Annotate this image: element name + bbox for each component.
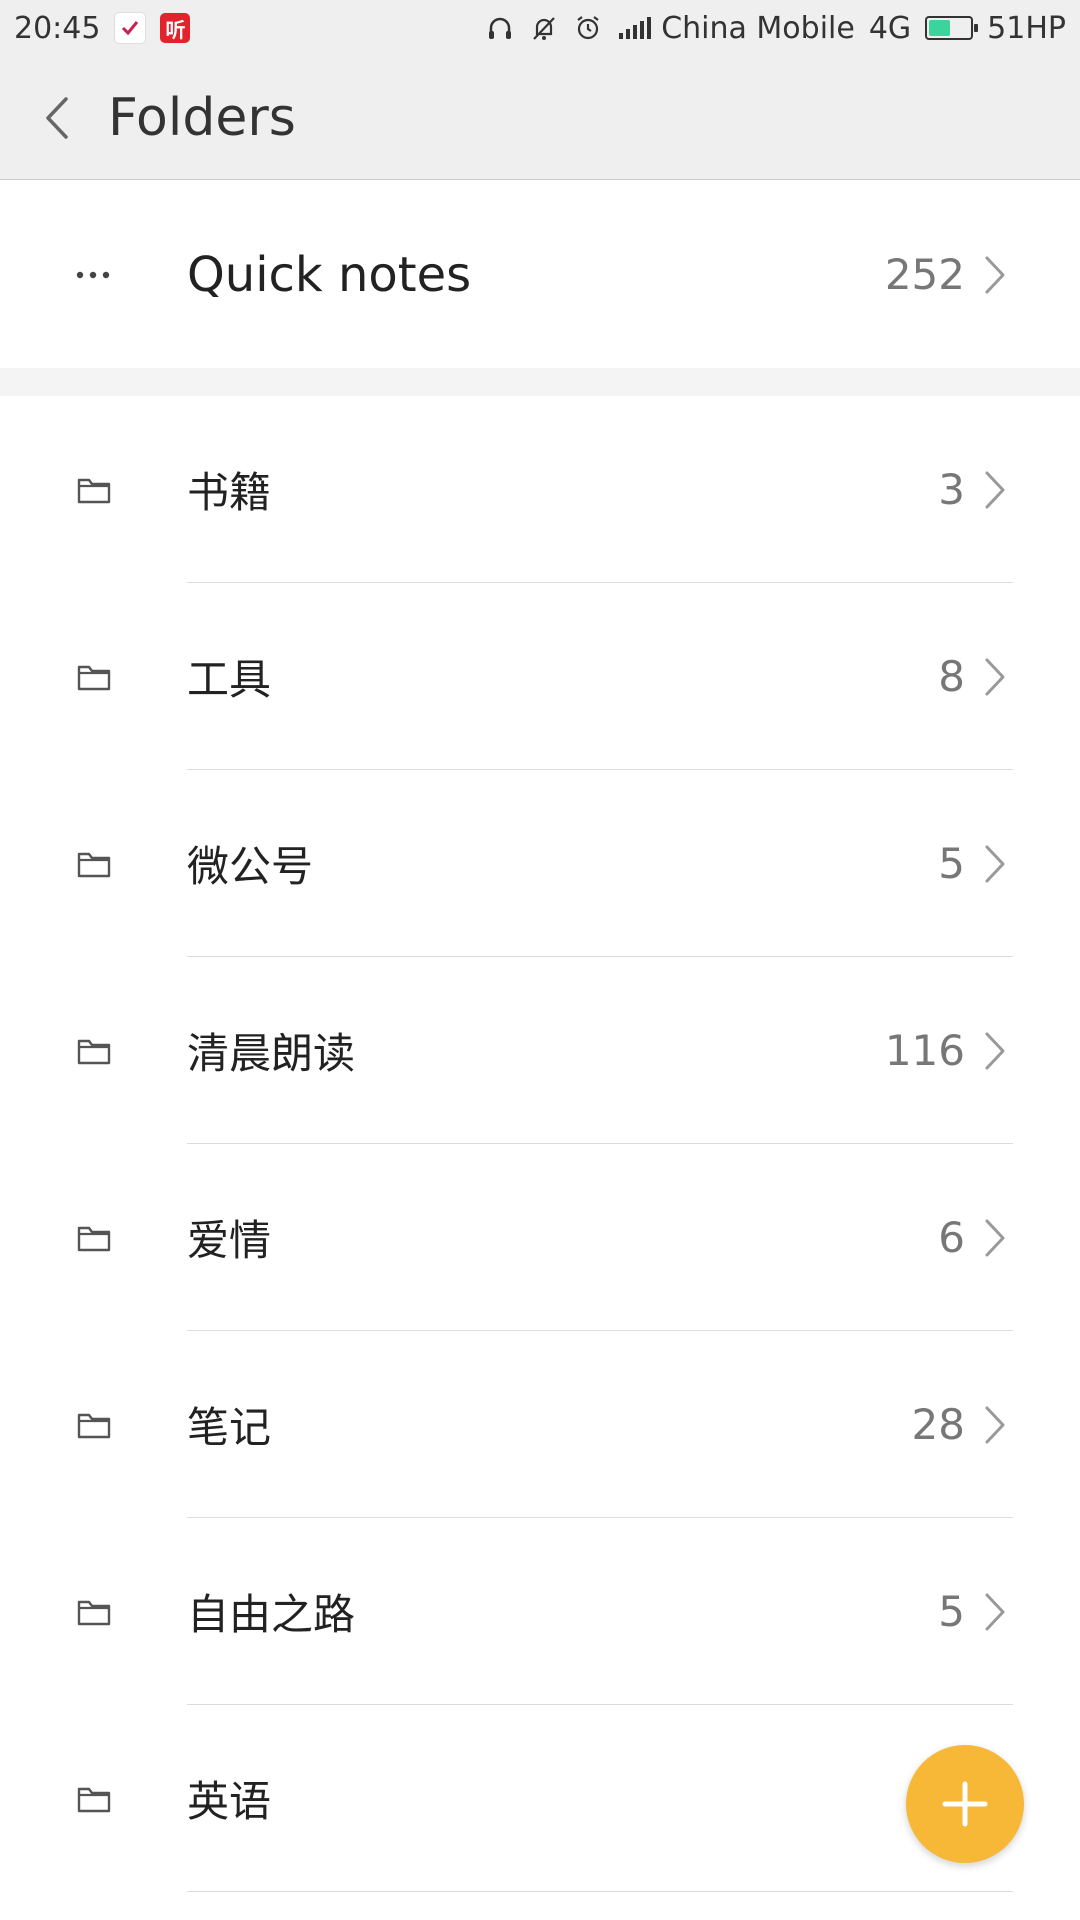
folder-icon [74,1779,114,1819]
section-separator [0,368,1080,396]
carrier-name: China Mobile [661,10,855,46]
folder-row[interactable]: 清晨朗读 116 [0,957,1080,1144]
folder-row[interactable]: 爱情 6 [0,1144,1080,1331]
folder-count: 6 [938,1213,965,1262]
folder-list: 书籍 3 工具 8 微公号 5 清晨朗读 116 爱情 6 笔记 28 自由之路 5 英语 [0,396,1080,1892]
mute-bell-icon [529,13,559,43]
status-right: China Mobile 4G 51HP [485,11,1066,46]
status-bar: 20:45 听 China Mobile 4G 51HP [0,0,1080,56]
battery-icon [925,16,979,40]
folder-count: 5 [938,839,965,888]
folder-count: 28 [911,1400,965,1449]
chevron-left-icon [46,96,68,139]
folder-name: 清晨朗读 [187,1029,356,1078]
folder-count: 8 [938,652,965,701]
folder-row[interactable]: 书籍 3 [0,396,1080,583]
folder-name: 自由之路 [187,1590,356,1639]
folder-icon [74,657,114,697]
status-left: 20:45 听 [14,10,191,46]
status-time: 20:45 [14,10,101,46]
folder-icon [74,470,114,510]
signal-icon [617,13,652,43]
back-button[interactable] [18,78,98,158]
folder-icon [74,1218,114,1258]
quick-notes-row[interactable]: Quick notes 252 [0,181,1080,368]
folder-row[interactable]: 微公号 5 [0,770,1080,957]
folder-icon [74,1592,114,1632]
chevron-right-icon [982,1590,1012,1634]
app-bar: Folders [0,56,1080,180]
checkmark-app-icon [114,12,147,44]
more-horizontal-icon [74,255,114,295]
folder-name: 微公号 [187,842,314,891]
folder-name: 书籍 [187,468,272,517]
battery-text: 51HP [987,10,1066,46]
chevron-right-icon [982,1216,1012,1260]
folder-row[interactable]: 自由之路 5 [0,1518,1080,1705]
folder-count: 116 [884,1026,965,1075]
row-divider [187,1891,1013,1892]
plus-icon [942,1781,988,1827]
battery-level-fill [929,20,950,36]
folder-row[interactable]: 工具 8 [0,583,1080,770]
chevron-right-icon [982,253,1012,297]
folder-name: 笔记 [187,1403,272,1452]
headphones-icon [485,13,515,43]
listen-app-icon: 听 [160,13,191,43]
folder-row[interactable]: 笔记 28 [0,1331,1080,1518]
folder-name: 爱情 [187,1216,272,1265]
chevron-right-icon [982,1029,1012,1073]
folder-name: 英语 [187,1777,272,1826]
folder-icon [74,1405,114,1445]
quick-notes-count: 252 [884,250,965,299]
chevron-right-icon [982,468,1012,512]
alarm-icon [573,13,603,43]
page-title: Folders [108,87,296,148]
chevron-right-icon [982,655,1012,699]
chevron-right-icon [982,842,1012,886]
folder-count: 3 [938,465,965,514]
folder-count: 5 [938,1587,965,1636]
quick-notes-label: Quick notes [187,246,472,303]
folder-name: 工具 [187,655,272,704]
add-folder-button[interactable] [906,1745,1024,1863]
network-type: 4G [868,10,912,46]
chevron-right-icon [982,1403,1012,1447]
folder-icon [74,844,114,884]
folder-icon [74,1031,114,1071]
